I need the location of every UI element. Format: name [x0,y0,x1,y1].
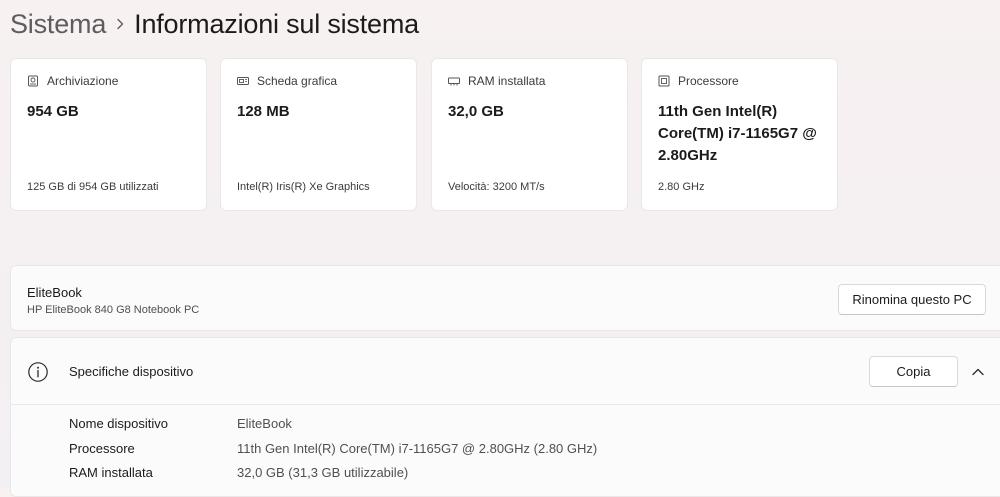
processor-icon [658,75,670,87]
processor-label: Processore [678,74,739,88]
processor-detail: 2.80 GHz [658,181,705,193]
spec-value: 11th Gen Intel(R) Core(TM) i7-1165G7 @ 2… [237,441,598,456]
rename-pc-button[interactable]: Rinomina questo PC [838,284,986,315]
graphics-card-icon [237,75,249,87]
spec-row-ram: RAM installata 32,0 GB (31,3 GB utilizza… [69,465,408,483]
spec-row-processor: Processore 11th Gen Intel(R) Core(TM) i7… [69,441,597,459]
breadcrumb: Sistema Informazioni sul sistema [10,6,419,42]
graphics-value: 128 MB [237,103,290,120]
ram-label: RAM installata [468,74,546,88]
storage-card: Archiviazione 954 GB 125 GB di 954 GB ut… [10,58,207,211]
ram-icon [448,75,460,87]
storage-value: 954 GB [27,103,79,120]
ram-detail: Velocità: 3200 MT/s [448,181,545,193]
processor-value: 11th Gen Intel(R) Core(TM) i7-1165G7 @ 2… [658,103,817,164]
storage-label: Archiviazione [47,74,119,88]
copy-button[interactable]: Copia [869,356,958,387]
graphics-detail: Intel(R) Iris(R) Xe Graphics [237,181,370,193]
ram-value: 32,0 GB [448,103,504,120]
storage-detail: 125 GB di 954 GB utilizzati [27,181,159,193]
device-specs-header[interactable]: Specifiche dispositivo Copia [11,338,1000,405]
ram-card: RAM installata 32,0 GB Velocità: 3200 MT… [431,58,628,211]
spec-value: EliteBook [237,416,292,431]
breadcrumb-parent-sistema[interactable]: Sistema [10,9,106,40]
device-name: EliteBook [27,285,82,300]
spec-label: RAM installata [69,465,153,480]
spec-label: Processore [69,441,135,456]
device-name-panel: EliteBook HP EliteBook 840 G8 Notebook P… [10,265,1000,331]
graphics-label: Scheda grafica [257,74,338,88]
page-title: Informazioni sul sistema [134,8,419,39]
storage-icon [27,75,39,87]
graphics-card-card: Scheda grafica 128 MB Intel(R) Iris(R) X… [220,58,417,211]
chevron-up-icon[interactable] [968,362,988,382]
device-model: HP EliteBook 840 G8 Notebook PC [27,304,200,316]
spec-row-device-name: Nome dispositivo EliteBook [69,416,292,434]
device-specs-title: Specifiche dispositivo [69,364,194,379]
device-specs-panel: Specifiche dispositivo Copia Nome dispos… [10,337,1000,497]
spec-label: Nome dispositivo [69,416,168,431]
info-icon [27,361,49,383]
spec-value: 32,0 GB (31,3 GB utilizzabile) [237,465,409,480]
chevron-right-icon [106,18,134,30]
processor-card: Processore 11th Gen Intel(R) Core(TM) i7… [641,58,838,211]
